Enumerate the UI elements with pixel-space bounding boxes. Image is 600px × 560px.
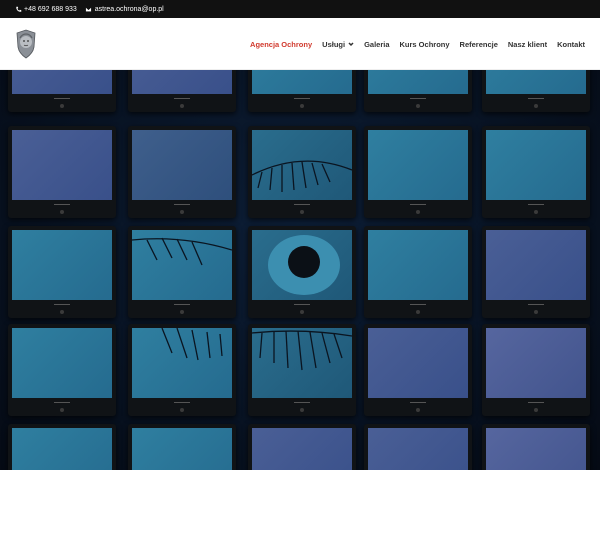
nav-item-kurs-ochrony[interactable]: Kurs Ochrony bbox=[400, 40, 450, 49]
nav-label: Referencje bbox=[459, 39, 498, 49]
monitor bbox=[8, 424, 116, 470]
monitor bbox=[248, 126, 356, 218]
monitor bbox=[248, 324, 356, 416]
nav-label: Usługi bbox=[322, 39, 346, 49]
monitor bbox=[248, 226, 356, 318]
nav-label: Nasz klient bbox=[507, 39, 548, 49]
monitor bbox=[364, 70, 472, 112]
monitor bbox=[8, 70, 116, 112]
chevron-down-icon bbox=[348, 41, 354, 47]
main-navigation: Agencja Ochrony Usługi Galeria Kurs Ochr… bbox=[240, 18, 585, 70]
email-address: astrea.ochrona@op.pl bbox=[94, 5, 164, 13]
monitor bbox=[248, 70, 356, 112]
nav-label: Agencja Ochrony bbox=[250, 39, 313, 49]
monitor bbox=[364, 324, 472, 416]
page-body-blank bbox=[0, 470, 600, 560]
phone-icon bbox=[14, 5, 22, 13]
nav-label: Kurs Ochrony bbox=[399, 39, 450, 49]
lion-crest-logo[interactable] bbox=[14, 29, 38, 59]
monitor bbox=[8, 226, 116, 318]
nav-item-nasz-klient[interactable]: Nasz klient bbox=[508, 40, 547, 49]
monitor bbox=[8, 324, 116, 416]
monitor bbox=[482, 126, 590, 218]
nav-item-kontakt[interactable]: Kontakt bbox=[557, 40, 585, 49]
monitor bbox=[128, 70, 236, 112]
phone-contact[interactable]: +48 692 688 933 bbox=[14, 5, 77, 13]
nav-item-galeria[interactable]: Galeria bbox=[364, 40, 389, 49]
monitor bbox=[364, 424, 472, 470]
monitor bbox=[482, 226, 590, 318]
envelope-icon bbox=[85, 5, 93, 13]
monitor bbox=[128, 424, 236, 470]
surveillance-monitor-wall-image bbox=[0, 70, 600, 470]
nav-label: Kontakt bbox=[557, 39, 585, 49]
monitor bbox=[128, 226, 236, 318]
monitor bbox=[364, 226, 472, 318]
nav-label: Galeria bbox=[364, 39, 390, 49]
nav-item-referencje[interactable]: Referencje bbox=[460, 40, 498, 49]
monitor bbox=[8, 126, 116, 218]
monitor bbox=[482, 70, 590, 112]
site-header: Agencja Ochrony Usługi Galeria Kurs Ochr… bbox=[0, 18, 600, 70]
monitor bbox=[248, 424, 356, 470]
monitor bbox=[128, 126, 236, 218]
monitor bbox=[364, 126, 472, 218]
top-bar: +48 692 688 933 astrea.ochrona@op.pl bbox=[0, 0, 600, 18]
email-contact[interactable]: astrea.ochrona@op.pl bbox=[85, 5, 164, 13]
nav-item-agencja-ochrony[interactable]: Agencja Ochrony bbox=[250, 40, 312, 49]
nav-item-uslugi[interactable]: Usługi bbox=[322, 40, 354, 49]
monitor bbox=[482, 324, 590, 416]
monitor bbox=[482, 424, 590, 470]
monitor bbox=[128, 324, 236, 416]
phone-number: +48 692 688 933 bbox=[24, 5, 77, 13]
